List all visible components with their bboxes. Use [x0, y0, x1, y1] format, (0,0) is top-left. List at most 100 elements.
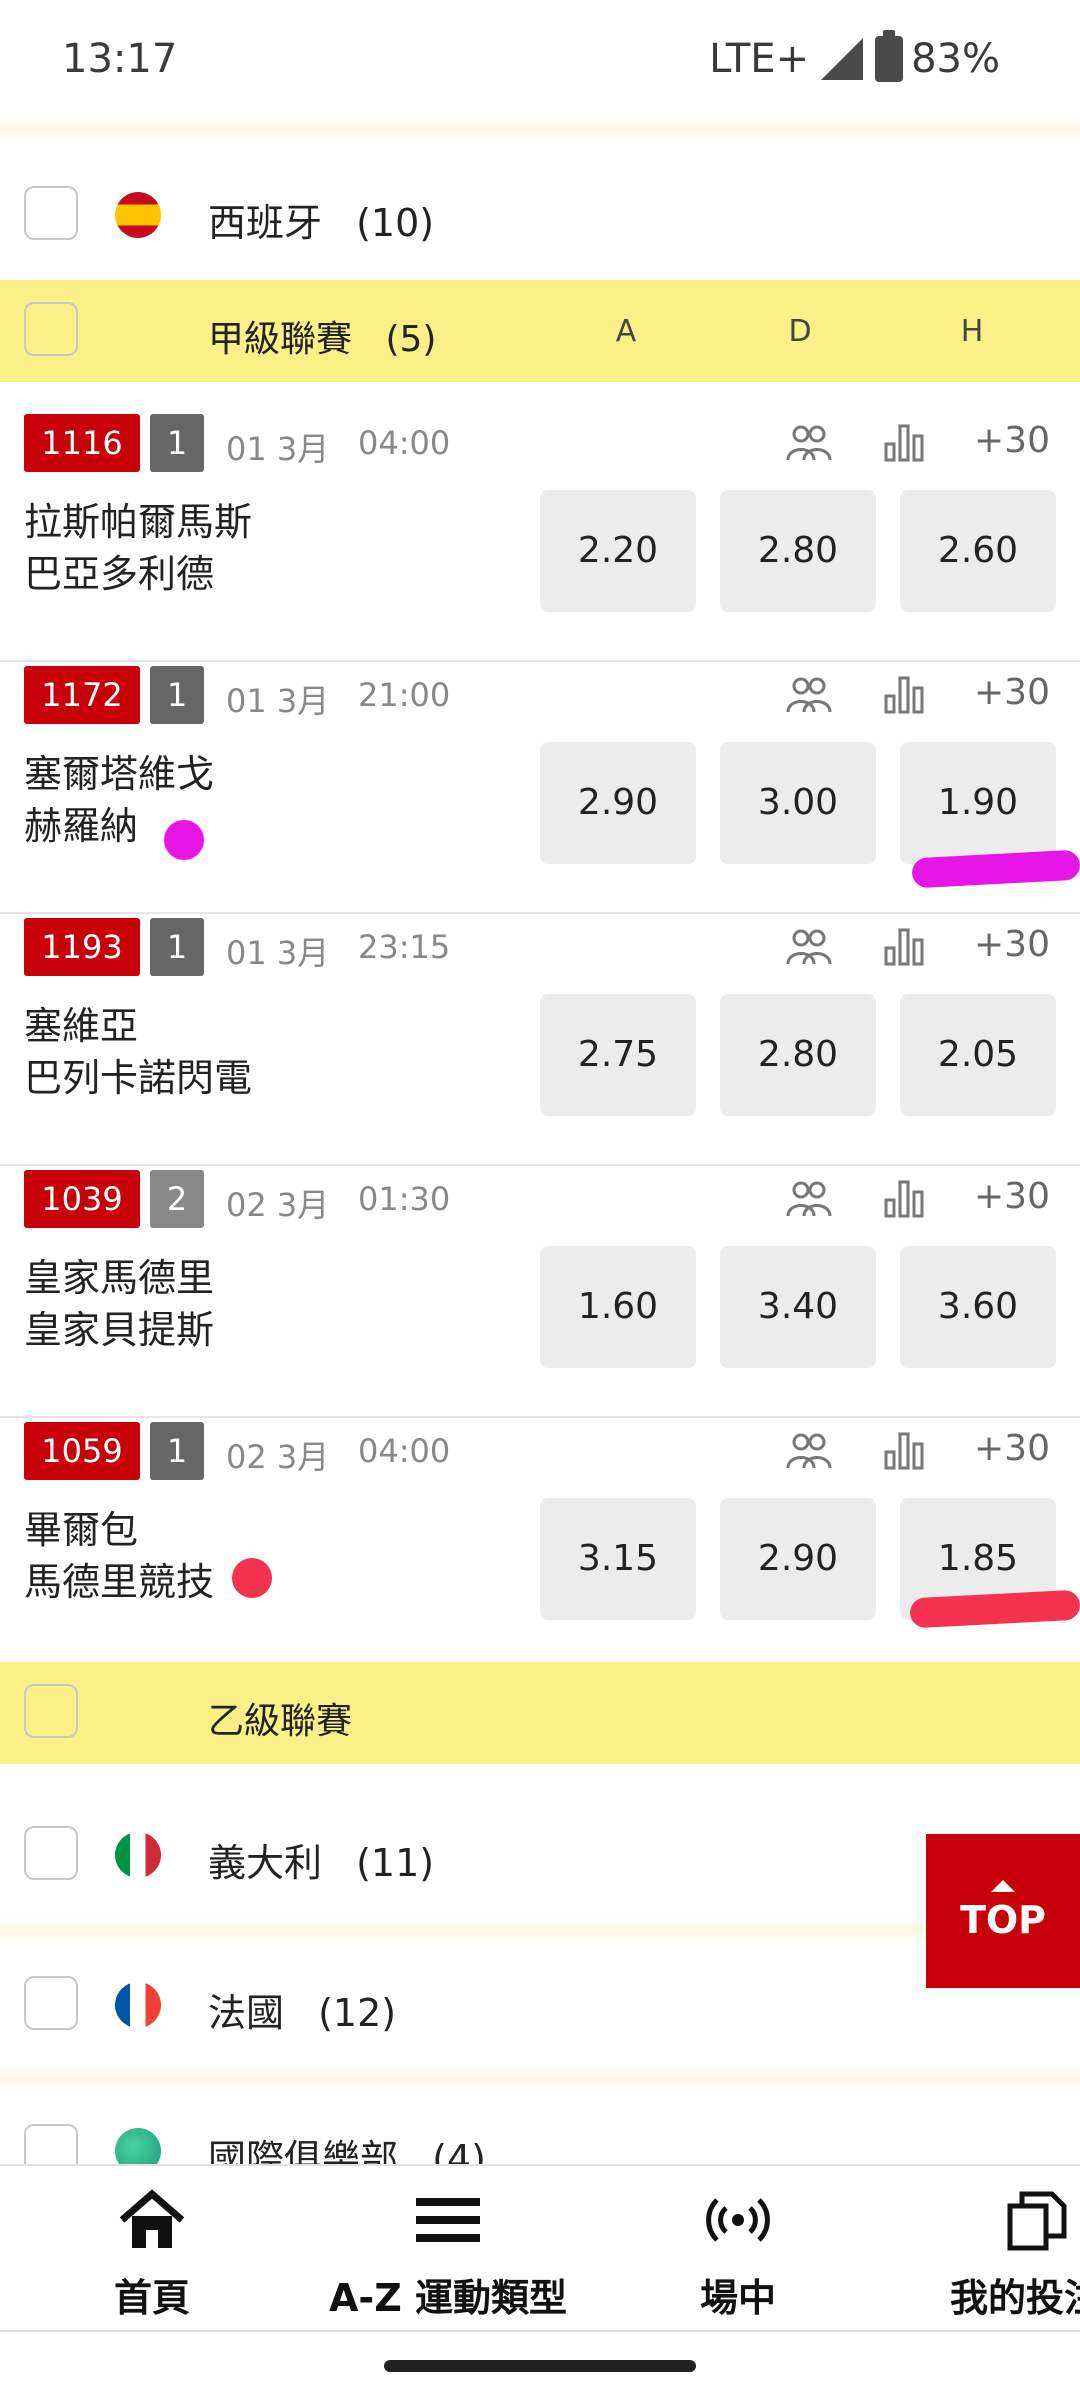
head-to-head-icon[interactable] [786, 422, 832, 462]
stats-icon[interactable] [882, 1430, 928, 1470]
league-checkbox[interactable] [24, 1684, 78, 1738]
nav-label: 首頁 [113, 2276, 190, 2320]
odds-away-button[interactable]: 2.20 [540, 490, 696, 612]
head-to-head-icon[interactable] [786, 1430, 832, 1470]
team-home: 皇家馬德里 [24, 1256, 215, 1300]
odds-draw-button[interactable]: 2.90 [720, 1498, 876, 1620]
team-home: 塞維亞 [24, 1004, 139, 1048]
nav-live[interactable]: 場中 [676, 2188, 800, 2322]
league-name: 甲級聯賽 [208, 319, 353, 360]
stats-icon[interactable] [882, 674, 928, 714]
arrow-up-icon [991, 1880, 1015, 1892]
home-icon [119, 2189, 185, 2248]
match-row[interactable]: 1193 1 01 3月 23:15 +30 塞維亞 巴列卡諾閃電 2.75 2… [0, 914, 1080, 1166]
odds-draw-button[interactable]: 2.80 [720, 994, 876, 1116]
top-label: TOP [959, 1898, 1047, 1942]
more-markets-link[interactable]: +30 [974, 924, 1050, 965]
match-row[interactable]: 1116 1 01 3月 04:00 +30 拉斯帕爾馬斯 巴亞多利德 2.20… [0, 410, 1080, 662]
stats-icon[interactable] [882, 1178, 928, 1218]
odds-draw-button[interactable]: 3.40 [720, 1246, 876, 1368]
league-checkbox[interactable] [24, 302, 78, 356]
country-name: 西班牙 [208, 201, 323, 245]
head-to-head-icon[interactable] [786, 674, 832, 714]
country-checkbox[interactable] [24, 2124, 78, 2164]
match-date: 01 3月 [226, 430, 330, 468]
nav-home[interactable]: 首頁 [92, 2188, 212, 2322]
more-markets-link[interactable]: +30 [974, 1428, 1050, 1469]
country-name: 法國 [208, 1991, 285, 2035]
divider [0, 2330, 1080, 2332]
odds-home-button[interactable]: 2.05 [900, 994, 1056, 1116]
nav-sports[interactable]: A-Z 運動類型 [318, 2188, 578, 2322]
nav-my-bets[interactable]: 我的投注 [950, 2188, 1080, 2322]
match-date: 01 3月 [226, 682, 330, 720]
scroll-top-button[interactable]: TOP [926, 1834, 1080, 1988]
head-to-head-icon[interactable] [786, 926, 832, 966]
nav-label: 場中 [699, 2276, 776, 2320]
divider [0, 2066, 1080, 2090]
odds-away-button[interactable]: 2.90 [540, 742, 696, 864]
match-id-badge: 1116 [24, 414, 140, 472]
menu-icon [416, 2198, 480, 2242]
country-count: (12) [318, 1991, 397, 2035]
france-flag-icon [115, 1982, 161, 2028]
status-time: 13:17 [62, 36, 178, 82]
country-checkbox[interactable] [24, 1976, 78, 2030]
match-id-badge: 1039 [24, 1170, 140, 1228]
match-date: 02 3月 [226, 1438, 330, 1476]
team-away: 皇家貝提斯 [24, 1308, 215, 1352]
odds-home-button[interactable]: 2.60 [900, 490, 1056, 612]
divider [0, 1918, 1080, 1942]
annotation-dot [164, 820, 204, 860]
odds-draw-button[interactable]: 3.00 [720, 742, 876, 864]
bottom-nav: 首頁 A-Z 運動類型 場中 我的投注 [0, 2164, 1080, 2336]
country-checkbox[interactable] [24, 186, 78, 240]
match-time: 21:00 [358, 676, 451, 714]
spain-flag-icon [115, 192, 161, 238]
odds-draw-button[interactable]: 2.80 [720, 490, 876, 612]
leg-badge: 1 [150, 918, 204, 976]
match-time: 23:15 [358, 928, 451, 966]
odds-away-button[interactable]: 3.15 [540, 1498, 696, 1620]
country-row-clubs[interactable]: 國際俱樂部 (4) [0, 2088, 1080, 2164]
team-home: 畢爾包 [24, 1508, 139, 1552]
head-to-head-icon[interactable] [786, 1178, 832, 1218]
stats-icon[interactable] [882, 422, 928, 462]
country-count: (4) [432, 2137, 486, 2164]
odds-away-button[interactable]: 1.60 [540, 1246, 696, 1368]
nav-label: 我的投注 [950, 2276, 1080, 2320]
country-count: (11) [356, 1841, 435, 1885]
status-indicators: LTE+ 83% [709, 30, 1000, 82]
col-head-draw: D [788, 314, 812, 349]
more-markets-link[interactable]: +30 [974, 672, 1050, 713]
globe-icon [115, 2128, 161, 2164]
country-count: (10) [356, 201, 435, 245]
team-away: 赫羅納 [24, 804, 139, 848]
odds-home-button[interactable]: 3.60 [900, 1246, 1056, 1368]
match-id-badge: 1059 [24, 1422, 140, 1480]
league-header-a[interactable]: 甲級聯賽 (5) A D H [0, 280, 1080, 382]
stats-icon[interactable] [882, 926, 928, 966]
team-home: 塞爾塔維戈 [24, 752, 215, 796]
annotation-dot [232, 1558, 272, 1598]
odds-away-button[interactable]: 2.75 [540, 994, 696, 1116]
leg-badge: 1 [150, 1422, 204, 1480]
gesture-home-bar[interactable] [384, 2360, 696, 2372]
league-header-b[interactable]: 乙級聯賽 [0, 1662, 1080, 1764]
match-time: 01:30 [358, 1180, 451, 1218]
team-home: 拉斯帕爾馬斯 [24, 500, 253, 544]
country-row-italy[interactable]: 義大利 (11) [0, 1790, 1080, 1920]
match-row[interactable]: 1172 1 01 3月 21:00 +30 塞爾塔維戈 赫羅納 2.90 3.… [0, 662, 1080, 914]
country-row-spain[interactable]: 西班牙 (10) [0, 150, 1080, 280]
country-row-france[interactable]: 法國 (12) [0, 1940, 1080, 2070]
italy-flag-icon [115, 1832, 161, 1878]
country-checkbox[interactable] [24, 1826, 78, 1880]
signal-icon [821, 38, 864, 80]
match-row[interactable]: 1059 1 02 3月 04:00 +30 畢爾包 馬德里競技 3.15 2.… [0, 1418, 1080, 1670]
more-markets-link[interactable]: +30 [974, 420, 1050, 461]
leg-badge: 1 [150, 666, 204, 724]
odds-home-button[interactable]: 1.90 [900, 742, 1056, 864]
nav-label: A-Z 運動類型 [329, 2276, 567, 2320]
match-row[interactable]: 1039 2 02 3月 01:30 +30 皇家馬德里 皇家貝提斯 1.60 … [0, 1166, 1080, 1418]
more-markets-link[interactable]: +30 [974, 1176, 1050, 1217]
